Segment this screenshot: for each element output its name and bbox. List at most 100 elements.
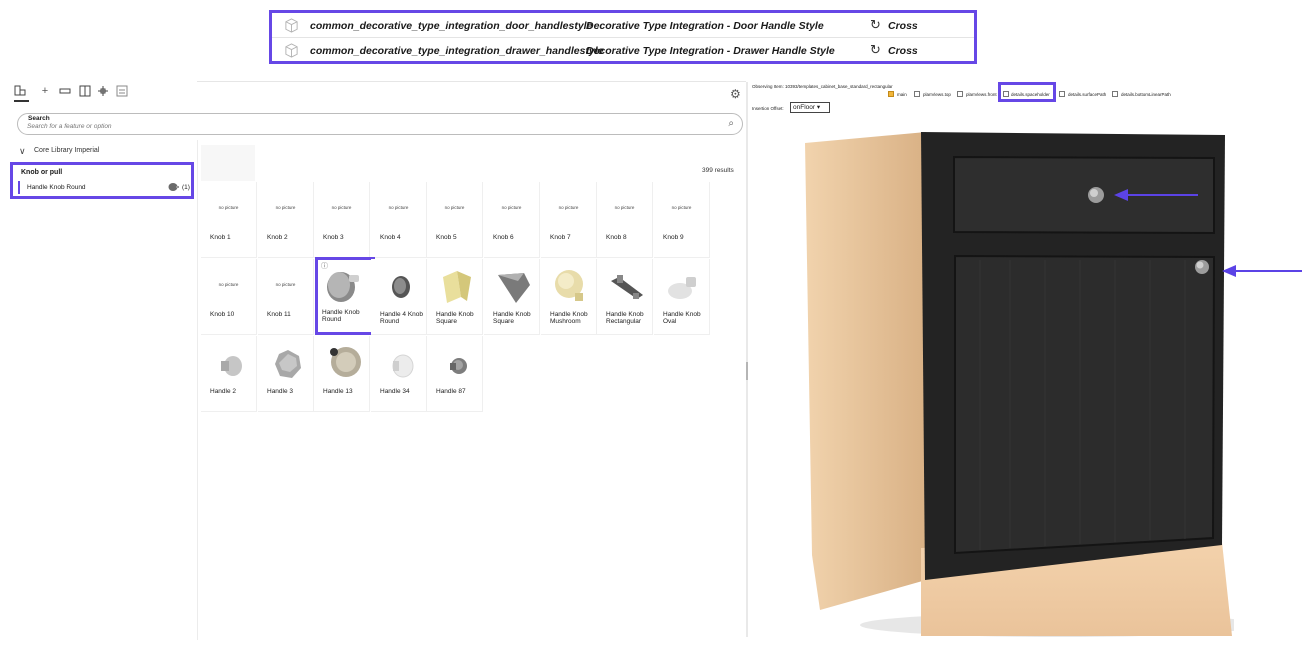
product-label: Knob 10: [210, 311, 235, 318]
active-tab-indicator: [14, 100, 29, 102]
handle-image: [221, 356, 242, 376]
product-label: Handle Knob Square: [436, 311, 474, 325]
callout-status: Cross: [888, 19, 918, 32]
product-label: Handle 87: [436, 388, 466, 395]
insertion-offset-value: onFloor: [793, 104, 816, 111]
callout-id: common_decorative_type_integration_door_…: [310, 19, 593, 32]
product-tile[interactable]: no picture Knob 6: [484, 182, 540, 258]
product-tile[interactable]: no picture Knob 2: [258, 182, 314, 258]
handle-image: [450, 358, 467, 374]
product-tile[interactable]: Handle 34: [371, 336, 427, 412]
knob-image: [392, 276, 410, 298]
product-tile[interactable]: Handle Knob Mushroom: [541, 259, 597, 335]
search-box[interactable]: Search ⌕: [17, 113, 743, 135]
checkbox-highlight: [998, 82, 1056, 102]
arrow-left-icon: [1222, 265, 1302, 277]
checkbox-surface-path[interactable]: [1059, 91, 1065, 97]
product-label: Handle Knob Rectangular: [606, 311, 644, 325]
product-label: Knob 3: [323, 234, 344, 241]
grid-header-placeholder: [201, 145, 255, 181]
search-icon[interactable]: ⌕: [728, 118, 734, 129]
no-picture-text: no picture: [218, 205, 239, 210]
header-divider: [197, 81, 746, 82]
product-label: Handle 3: [267, 388, 294, 395]
product-tile[interactable]: no picture Knob 8: [597, 182, 653, 258]
tree-category[interactable]: Knob or pull: [21, 169, 62, 176]
product-tile[interactable]: Handle Knob Rectangular: [597, 259, 653, 335]
callout-title: Decorative Type Integration - Drawer Han…: [586, 45, 835, 57]
arrow-left-icon: [1114, 189, 1198, 201]
product-tile[interactable]: Handle 2: [201, 336, 257, 412]
product-tile[interactable]: Handle 4 Knob Round: [371, 259, 427, 335]
no-picture-text: no picture: [218, 282, 239, 287]
tree-highlight: Knob or pull Handle Knob Round (1): [10, 162, 194, 199]
no-picture-text: no picture: [614, 205, 635, 210]
knob-square-image: [443, 271, 471, 303]
product-tile[interactable]: Handle Knob Oval: [654, 259, 710, 335]
product-label: Knob 6: [493, 234, 514, 241]
product-label: Knob 11: [267, 311, 291, 318]
tree-item-count: (1): [182, 184, 190, 191]
checkbox-bottom-linear-path[interactable]: [1112, 91, 1118, 97]
search-label: Search: [28, 115, 50, 122]
search-input[interactable]: [27, 123, 707, 130]
results-count: 399 results: [702, 167, 734, 174]
product-tile-selected[interactable]: ⓘ Handle Knob Round: [315, 257, 375, 335]
chevron-down-icon[interactable]: ∨: [19, 146, 26, 157]
product-tile[interactable]: no picture Knob 5: [427, 182, 483, 258]
knob-rectangular-image: [611, 275, 643, 299]
no-picture-text: no picture: [388, 205, 409, 210]
splitter-handle[interactable]: [746, 362, 748, 380]
product-label: Knob 1: [210, 234, 231, 241]
checkbox-label: planViews.top: [923, 92, 951, 97]
product-label: Knob 2: [267, 234, 288, 241]
product-tile[interactable]: Handle 87: [427, 336, 483, 412]
checkbox-label: planViews.front: [966, 92, 997, 97]
checkbox-plan-top[interactable]: [914, 91, 920, 97]
checkbox-main[interactable]: [888, 91, 894, 97]
handle-image: [330, 347, 361, 377]
checkbox-label: main: [897, 92, 907, 97]
product-label: Knob 8: [606, 234, 627, 241]
refresh-icon[interactable]: ↻: [870, 17, 881, 33]
cube-icon: [285, 18, 298, 33]
no-picture-text: no picture: [558, 205, 579, 210]
callout-row-door: common_decorative_type_integration_door_…: [272, 14, 974, 38]
refresh-icon[interactable]: ↻: [870, 42, 881, 58]
checkbox-label: details.bottomLinearPath: [1121, 92, 1171, 97]
product-tile[interactable]: no picture Knob 4: [371, 182, 427, 258]
no-picture-text: no picture: [275, 205, 296, 210]
product-label: Handle 2: [210, 388, 237, 395]
product-tile[interactable]: Handle Knob Square: [427, 259, 483, 335]
product-tile[interactable]: Handle 13: [314, 336, 370, 412]
panel-divider: [197, 140, 198, 640]
callout-id: common_decorative_type_integration_drawe…: [310, 45, 604, 57]
knob-round-image: [327, 272, 359, 302]
product-tile[interactable]: no picture Knob 11: [258, 259, 314, 335]
pane-splitter[interactable]: [746, 82, 748, 637]
door-front: [954, 254, 1216, 555]
product-label: Knob 5: [436, 234, 457, 241]
product-tile[interactable]: no picture Knob 1: [201, 182, 257, 258]
product-tile[interactable]: no picture Knob 10: [201, 259, 257, 335]
product-tile[interactable]: no picture Knob 9: [654, 182, 710, 258]
checkbox-plan-front[interactable]: [957, 91, 963, 97]
library-name[interactable]: Core Library Imperial: [34, 147, 99, 154]
checkbox-label: details.surfacePath: [1068, 92, 1107, 97]
product-tile[interactable]: no picture Knob 7: [541, 182, 597, 258]
knob-square-image: [498, 273, 530, 303]
product-label: Knob 9: [663, 234, 684, 241]
tree-item-selected[interactable]: Handle Knob Round (1): [18, 181, 190, 194]
handle-image: [275, 350, 301, 378]
product-label: Knob 7: [550, 234, 571, 241]
product-tile[interactable]: no picture Knob 3: [314, 182, 370, 258]
product-label: Knob 4: [380, 234, 401, 241]
observing-label: Observing Item: 10393/templates_cabinet_…: [752, 84, 893, 89]
insertion-offset-select[interactable]: onFloor ▾: [790, 102, 830, 113]
product-label: Handle 34: [380, 388, 410, 395]
no-picture-text: no picture: [501, 205, 522, 210]
tree-item-label: Handle Knob Round: [27, 184, 86, 191]
product-tile[interactable]: Handle 3: [258, 336, 314, 412]
product-tile[interactable]: Handle Knob Square: [484, 259, 540, 335]
handle-image: [392, 354, 414, 378]
